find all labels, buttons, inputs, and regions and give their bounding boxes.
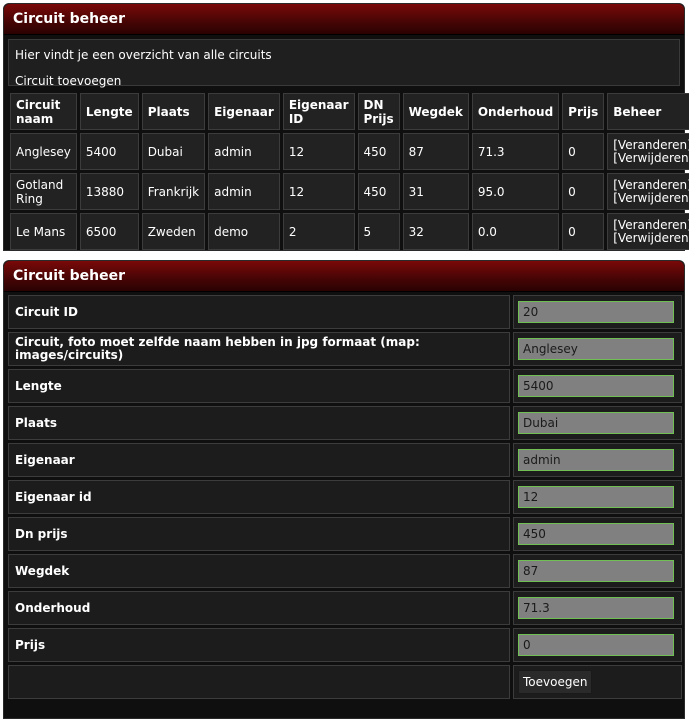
- cell-lengte: 6500: [79, 213, 139, 250]
- cell-naam: Le Mans: [10, 213, 77, 250]
- cell-eigenaar-id: 12: [282, 173, 355, 210]
- form-row-eigenaar: Eigenaar: [8, 443, 682, 477]
- cell-eigenaar: admin: [208, 133, 280, 170]
- form-row-submit: Toevoegen: [8, 665, 682, 699]
- plaats-input[interactable]: [518, 412, 674, 434]
- cell-dn-prijs: 450: [357, 173, 400, 210]
- form-row-dn-prijs: Dn prijs: [8, 517, 682, 551]
- delete-link[interactable]: [Verwijderen]: [613, 231, 689, 245]
- cell-dn-prijs: 5: [357, 213, 400, 250]
- form-row-lengte: Lengte: [8, 369, 682, 403]
- cell-lengte: 13880: [79, 173, 139, 210]
- column-header-plaats: Plaats: [141, 93, 206, 130]
- cell-beheer: [Veranderen] [Verwijderen]: [607, 133, 689, 170]
- cell-eigenaar: admin: [208, 173, 280, 210]
- cell-prijs: 0: [562, 213, 605, 250]
- form-row-circuit-id: Circuit ID: [8, 295, 682, 329]
- toevoegen-button[interactable]: Toevoegen: [518, 670, 593, 694]
- field-label: Dn prijs: [8, 517, 510, 551]
- field-label: Plaats: [8, 406, 510, 440]
- column-header-dn-prijs: DN Prijs: [357, 93, 400, 130]
- field-label: Circuit, foto moet zelfde naam hebben in…: [8, 332, 510, 366]
- form-row-circuit-naam: Circuit, foto moet zelfde naam hebben in…: [8, 332, 682, 366]
- wegdek-input[interactable]: [518, 560, 674, 582]
- column-header-beheer: Beheer: [607, 93, 689, 130]
- circuit-form: Circuit ID Circuit, foto moet zelfde naa…: [5, 292, 685, 702]
- form-row-prijs: Prijs: [8, 628, 682, 662]
- cell-dn-prijs: 450: [357, 133, 400, 170]
- delete-link[interactable]: [Verwijderen]: [613, 191, 689, 205]
- column-header-onderhoud: Onderhoud: [471, 93, 560, 130]
- table-row: Anglesey 5400 Dubai admin 12 450 87 71.3…: [10, 133, 689, 170]
- column-header-eigenaar-id: Eigenaar ID: [282, 93, 355, 130]
- circuit-table: Circuit naam Lengte Plaats Eigenaar Eige…: [7, 90, 689, 253]
- cell-lengte: 5400: [79, 133, 139, 170]
- cell-prijs: 0: [562, 173, 605, 210]
- form-row-wegdek: Wegdek: [8, 554, 682, 588]
- intro-box: Hier vindt je een overzicht van alle cir…: [8, 39, 680, 88]
- edit-link[interactable]: [Veranderen]: [613, 218, 689, 232]
- cell-plaats: Dubai: [141, 133, 206, 170]
- cell-onderhoud: 71.3: [471, 133, 560, 170]
- field-label: Wegdek: [8, 554, 510, 588]
- cell-naam: Anglesey: [10, 133, 77, 170]
- form-row-onderhoud: Onderhoud: [8, 591, 682, 625]
- column-header-wegdek: Wegdek: [402, 93, 469, 130]
- delete-link[interactable]: [Verwijderen]: [613, 151, 689, 165]
- cell-wegdek: 32: [402, 213, 469, 250]
- table-row: Le Mans 6500 Zweden demo 2 5 32 0.0 0 [V…: [10, 213, 689, 250]
- column-header-circuit-naam: Circuit naam: [10, 93, 77, 130]
- cell-beheer: [Veranderen] [Verwijderen]: [607, 213, 689, 250]
- cell-onderhoud: 0.0: [471, 213, 560, 250]
- cell-eigenaar-id: 12: [282, 133, 355, 170]
- form-row-plaats: Plaats: [8, 406, 682, 440]
- eigenaar-id-input[interactable]: [518, 486, 674, 508]
- field-label: Onderhoud: [8, 591, 510, 625]
- column-header-eigenaar: Eigenaar: [208, 93, 280, 130]
- cell-onderhoud: 95.0: [471, 173, 560, 210]
- cell-eigenaar: demo: [208, 213, 280, 250]
- prijs-input[interactable]: [518, 634, 674, 656]
- cell-prijs: 0: [562, 133, 605, 170]
- cell-beheer: [Veranderen] [Verwijderen]: [607, 173, 689, 210]
- field-label: Eigenaar: [8, 443, 510, 477]
- lengte-input[interactable]: [518, 375, 674, 397]
- circuit-form-panel: Circuit beheer Circuit ID Circuit, foto …: [3, 260, 685, 719]
- field-label: Lengte: [8, 369, 510, 403]
- panel-title: Circuit beheer: [4, 4, 684, 35]
- field-label: Eigenaar id: [8, 480, 510, 514]
- circuit-list-panel: Circuit beheer Hier vindt je een overzic…: [3, 3, 689, 251]
- circuit-name-input[interactable]: [518, 338, 674, 360]
- circuit-id-input[interactable]: [518, 301, 674, 323]
- intro-text: Hier vindt je een overzicht van alle cir…: [15, 48, 272, 62]
- field-label: Circuit ID: [8, 295, 510, 329]
- table-header-row: Circuit naam Lengte Plaats Eigenaar Eige…: [10, 93, 689, 130]
- empty-cell: [8, 665, 510, 699]
- dn-prijs-input[interactable]: [518, 523, 674, 545]
- onderhoud-input[interactable]: [518, 597, 674, 619]
- form-row-eigenaar-id: Eigenaar id: [8, 480, 682, 514]
- edit-link[interactable]: [Veranderen]: [613, 138, 689, 152]
- cell-eigenaar-id: 2: [282, 213, 355, 250]
- panel-title: Circuit beheer: [4, 261, 684, 292]
- column-header-prijs: Prijs: [562, 93, 605, 130]
- table-row: Gotland Ring 13880 Frankrijk admin 12 45…: [10, 173, 689, 210]
- cell-wegdek: 31: [402, 173, 469, 210]
- cell-plaats: Zweden: [141, 213, 206, 250]
- field-label: Prijs: [8, 628, 510, 662]
- eigenaar-input[interactable]: [518, 449, 674, 471]
- cell-naam: Gotland Ring: [10, 173, 77, 210]
- cell-wegdek: 87: [402, 133, 469, 170]
- edit-link[interactable]: [Veranderen]: [613, 178, 689, 192]
- column-header-lengte: Lengte: [79, 93, 139, 130]
- cell-plaats: Frankrijk: [141, 173, 206, 210]
